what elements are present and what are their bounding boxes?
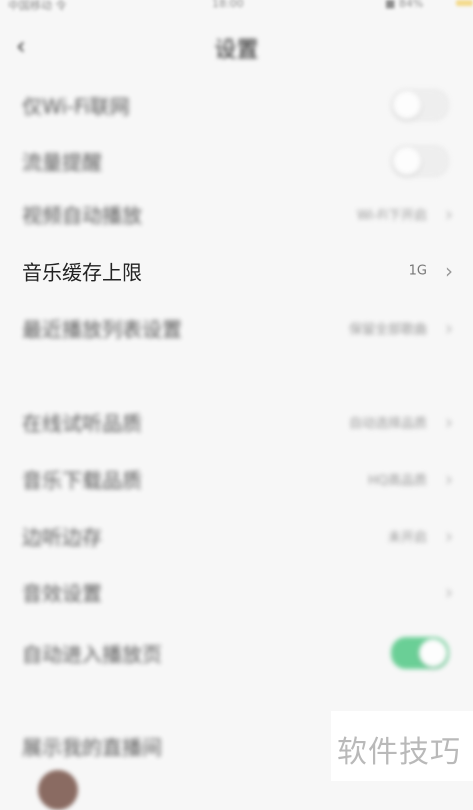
- page-title: 设置: [214, 38, 259, 63]
- chevron-right-icon: ›: [445, 316, 453, 340]
- auto-open-player-toggle[interactable]: [391, 637, 449, 669]
- status-bar: 中国移动 令 18:00 ■ 84%: [0, 0, 473, 14]
- setting-label: 音乐下载品质: [22, 468, 142, 493]
- setting-video-autoplay[interactable]: 视频自动播放 Wi-Fi下开启 ›: [0, 186, 473, 242]
- setting-label: 展示我的直播间: [22, 735, 162, 760]
- toggle-knob: [419, 639, 447, 667]
- setting-label: 视频自动播放: [22, 203, 142, 228]
- chevron-right-icon: ›: [445, 259, 453, 283]
- toggle-knob: [393, 91, 421, 119]
- setting-value: HQ高品质: [367, 473, 427, 489]
- watermark-text: 软件技巧: [337, 735, 461, 770]
- setting-label: 自动进入播放页: [22, 642, 162, 667]
- avatar: [38, 770, 78, 810]
- setting-label: 音效设置: [22, 581, 102, 606]
- carrier-label: 中国移动 令: [8, 0, 67, 12]
- setting-auto-open-player[interactable]: 自动进入播放页: [0, 625, 473, 681]
- watermark: 软件技巧: [331, 711, 473, 781]
- toggle-knob: [393, 147, 421, 175]
- clock: 18:00: [212, 0, 244, 10]
- setting-label: 边听边存: [22, 525, 102, 550]
- wifi-only-toggle[interactable]: [391, 89, 449, 121]
- setting-sound-effects[interactable]: 音效设置 ›: [0, 564, 473, 620]
- chevron-right-icon: ›: [445, 410, 453, 434]
- setting-music-cache-limit[interactable]: 音乐缓存上限 1G ›: [0, 243, 473, 299]
- battery-icon: [456, 0, 473, 6]
- setting-label: 在线试听品质: [22, 411, 142, 436]
- setting-stream-quality[interactable]: 在线试听品质 自动选择品质 ›: [0, 394, 473, 450]
- setting-cache-while-playing[interactable]: 边听边存 未开启 ›: [0, 508, 473, 564]
- setting-label: 音乐缓存上限: [22, 260, 142, 285]
- setting-wifi-only[interactable]: 仅Wi-Fi联网: [0, 77, 473, 133]
- chevron-right-icon: ›: [445, 202, 453, 226]
- battery-label: ■ 84%: [385, 0, 424, 10]
- nav-bar: ‹ 设置: [0, 24, 473, 64]
- setting-label: 流量提醒: [22, 150, 102, 175]
- setting-data-reminder[interactable]: 流量提醒: [0, 133, 473, 189]
- chevron-right-icon: ›: [445, 580, 453, 604]
- setting-value: 1G: [408, 263, 427, 279]
- setting-value: 自动选择品质: [348, 416, 427, 432]
- setting-value: 保留全部歌曲: [348, 322, 427, 338]
- setting-recent-playlist[interactable]: 最近播放列表设置 保留全部歌曲 ›: [0, 300, 473, 356]
- setting-label: 最近播放列表设置: [22, 317, 182, 342]
- chevron-right-icon: ›: [445, 524, 453, 548]
- setting-label: 仅Wi-Fi联网: [22, 94, 130, 119]
- chevron-right-icon: ›: [445, 467, 453, 491]
- data-reminder-toggle[interactable]: [391, 145, 449, 177]
- setting-value: 未开启: [387, 530, 427, 546]
- setting-value: Wi-Fi下开启: [356, 208, 427, 224]
- setting-download-quality[interactable]: 音乐下载品质 HQ高品质 ›: [0, 451, 473, 507]
